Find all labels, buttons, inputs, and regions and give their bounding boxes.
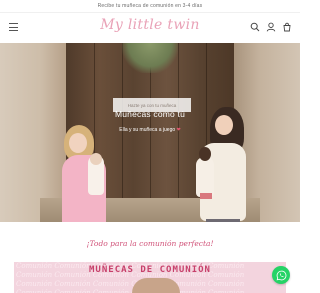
hero-girl-right-face [215, 115, 233, 135]
account-icon[interactable] [266, 22, 276, 32]
announcement-bar: Recibe tu muñeca de comunión en 3-4 días [0, 0, 300, 13]
hero-subtitle-text: Ella y su muñeca a juego [119, 127, 176, 133]
communion-banner[interactable]: Comunión Comunión Comunión Comunión Comu… [14, 262, 286, 293]
hero-doll-right-shoes [200, 193, 212, 199]
hero-girl-left-face [69, 133, 87, 153]
hero-doll-left-head [90, 153, 102, 165]
hero-doll-right [196, 157, 214, 197]
heart-icon: ❤ [176, 127, 181, 133]
section-title: ¡Todo para la comunión perfecta! [86, 239, 214, 248]
banner-title: MUÑECAS DE COMUNIÓN [89, 265, 211, 275]
header-icons [250, 22, 292, 32]
whatsapp-button[interactable] [272, 266, 290, 284]
hero-cta-button[interactable]: Hazte ya con tu muñeca [113, 98, 191, 112]
hero-text-block: Muñecas como tú Ella y su muñeca a juego… [105, 109, 195, 133]
banner-photo [132, 278, 180, 293]
announcement-text: Recibe tu muñeca de comunión en 3-4 días [97, 3, 203, 9]
cart-icon[interactable] [282, 22, 292, 32]
site-header: My little twin [0, 13, 300, 43]
hero-banner: Muñecas como tú Ella y su muñeca a juego… [0, 43, 300, 222]
search-icon[interactable] [250, 22, 260, 32]
hero-doll-right-head [199, 147, 211, 161]
hero-subtitle: Ella y su muñeca a juego ❤ [105, 127, 195, 133]
whatsapp-icon [276, 270, 286, 280]
hero-door-window [122, 43, 178, 73]
hero-wall-left [0, 43, 68, 222]
hero-girl-right-legs [206, 219, 240, 222]
